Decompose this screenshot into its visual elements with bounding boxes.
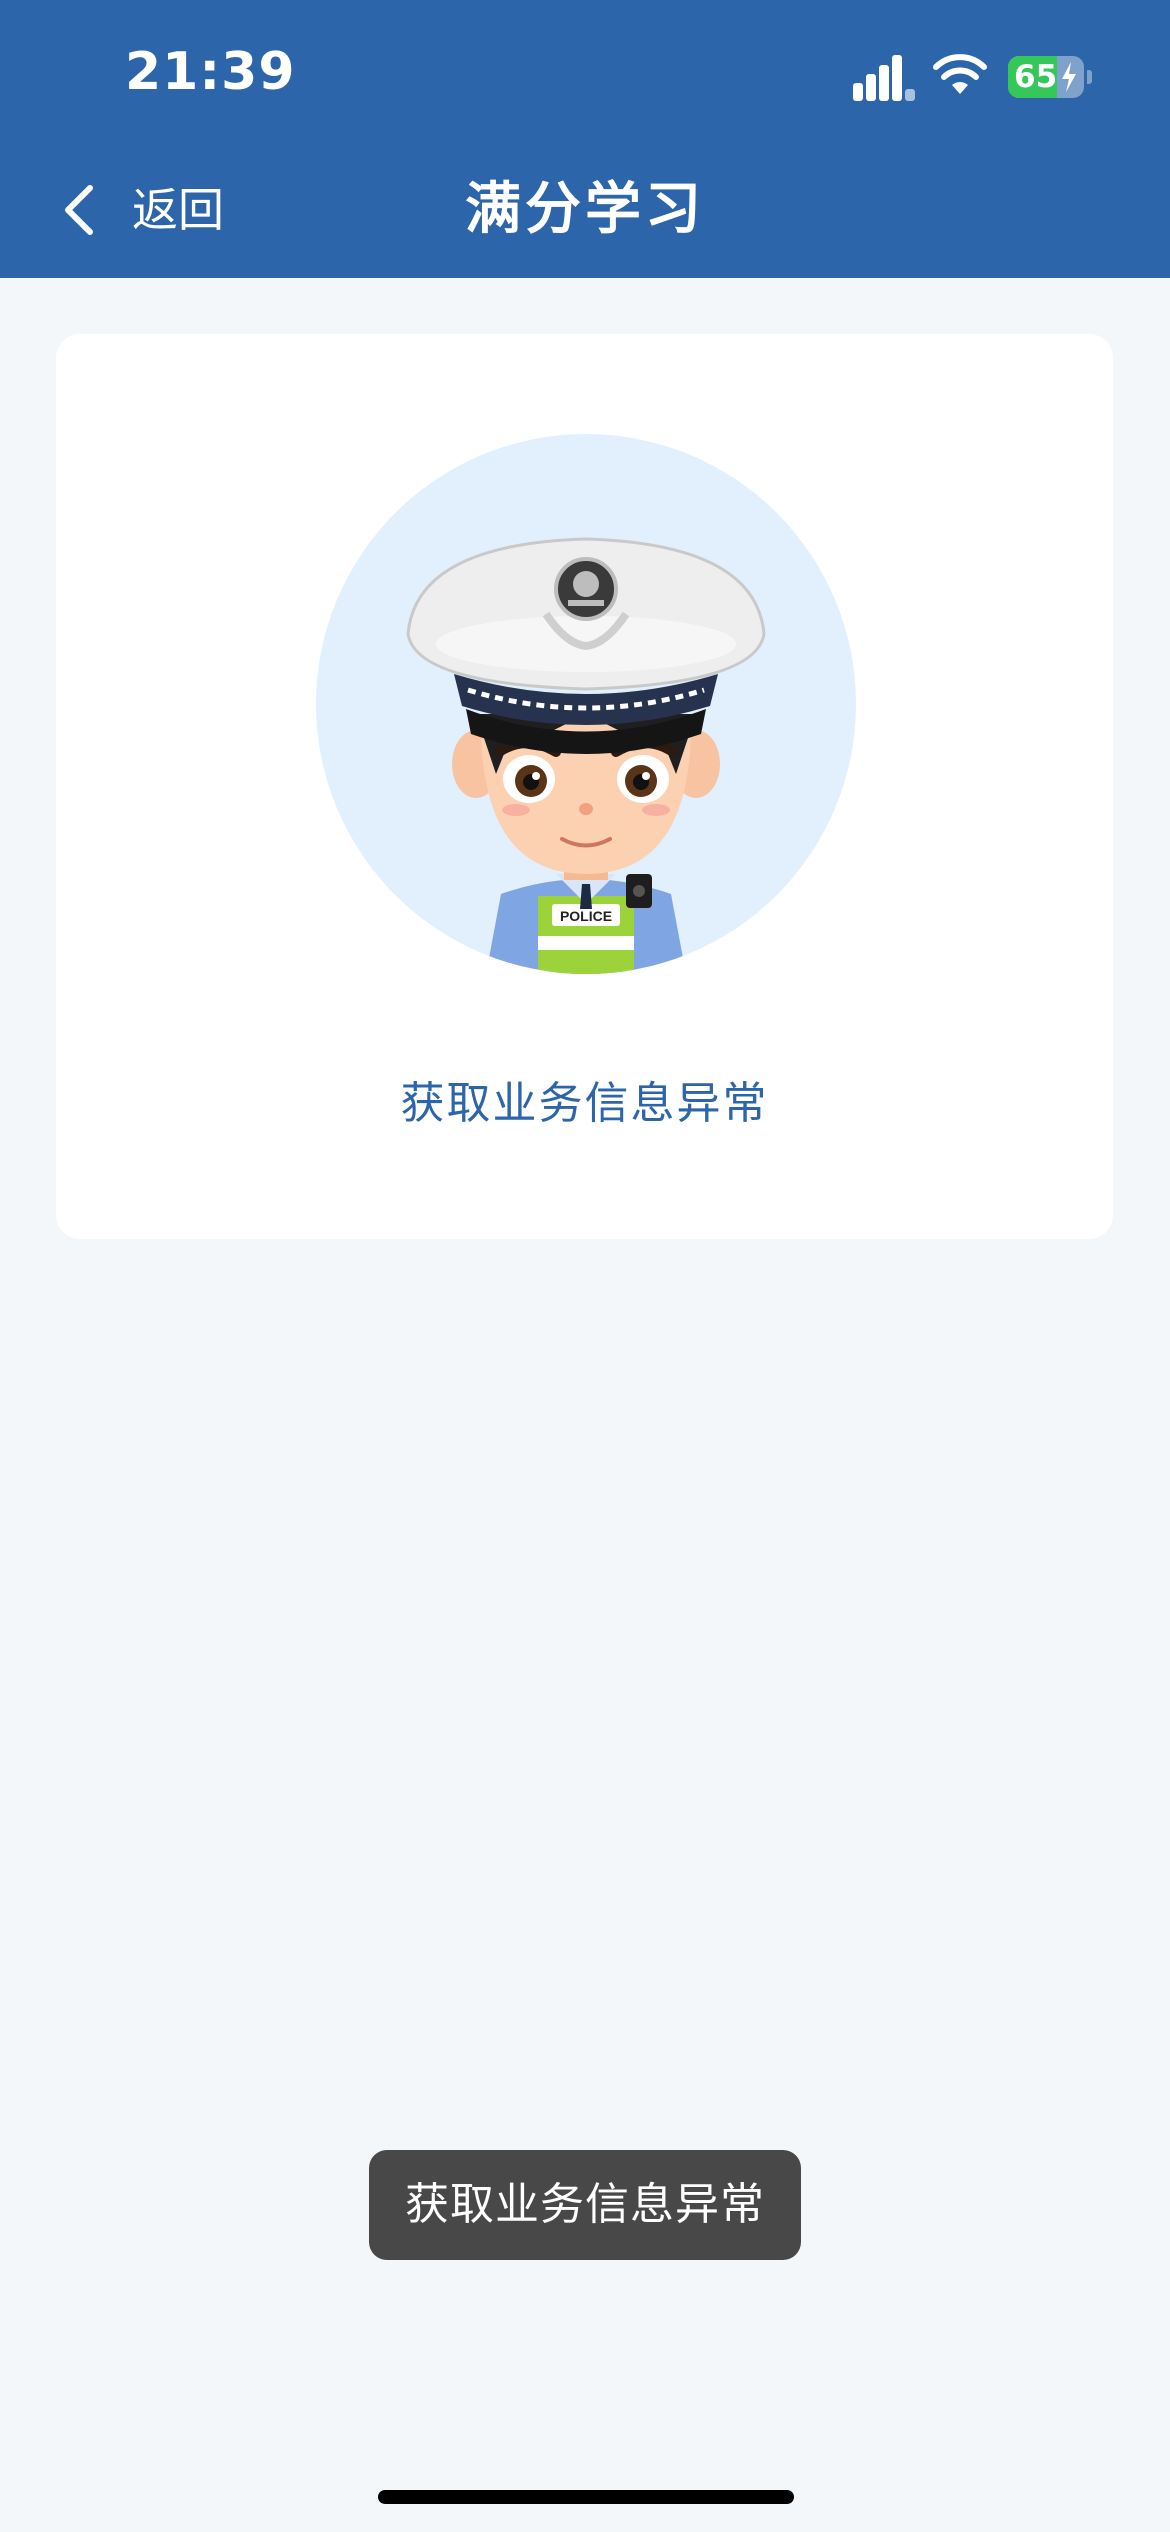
battery-body: 65: [1008, 56, 1084, 98]
police-officer-avatar: POLICE: [316, 434, 856, 974]
charging-bolt-icon: [1062, 62, 1076, 92]
battery-charging-icon: 65: [1008, 56, 1092, 98]
toast-notification: 获取业务信息异常: [369, 2150, 801, 2260]
status-time: 21:39: [125, 42, 296, 102]
toast-text: 获取业务信息异常: [405, 2179, 765, 2230]
app-header: 21:39 65 返回 满分学习: [0, 0, 1170, 278]
page-title: 满分学习: [465, 177, 705, 242]
error-message: 获取业务信息异常: [400, 1078, 769, 1129]
signal-icon: [853, 55, 915, 101]
vest-badge: POLICE: [560, 908, 612, 924]
home-indicator[interactable]: [378, 2490, 794, 2504]
battery-percent: 65: [1014, 59, 1058, 95]
error-card: POLICE 获取业务信息异常: [56, 334, 1113, 1239]
wifi-icon: [933, 54, 987, 94]
battery-tip: [1087, 70, 1092, 84]
